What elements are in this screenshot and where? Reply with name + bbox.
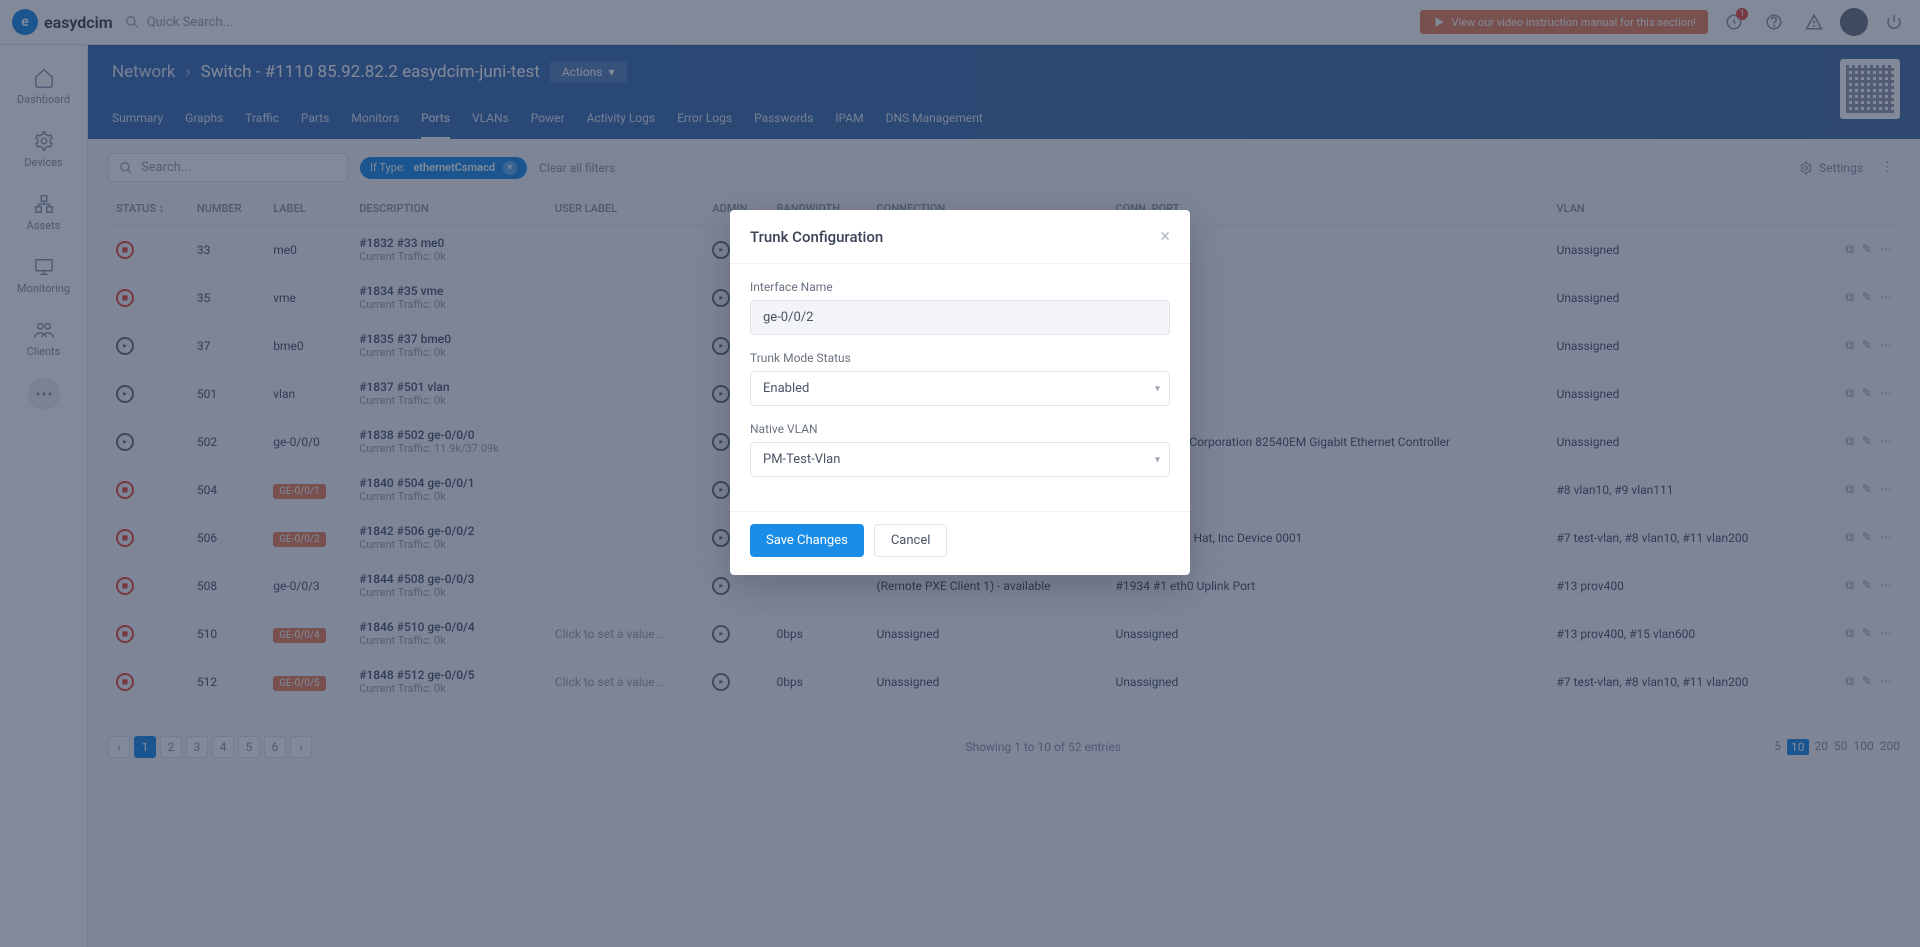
save-button[interactable]: Save Changes: [750, 524, 864, 557]
interface-name-input: [750, 300, 1170, 335]
native-vlan-label: Native VLAN: [750, 422, 1170, 436]
close-icon[interactable]: ×: [1160, 226, 1170, 247]
modal-title: Trunk Configuration: [750, 228, 883, 246]
trunk-config-modal: Trunk Configuration × Interface Name Tru…: [730, 210, 1190, 575]
interface-name-label: Interface Name: [750, 280, 1170, 294]
cancel-button[interactable]: Cancel: [874, 524, 948, 557]
trunk-status-label: Trunk Mode Status: [750, 351, 1170, 365]
native-vlan-select[interactable]: [750, 442, 1170, 477]
modal-backdrop[interactable]: Trunk Configuration × Interface Name Tru…: [0, 0, 1920, 947]
trunk-status-select[interactable]: [750, 371, 1170, 406]
